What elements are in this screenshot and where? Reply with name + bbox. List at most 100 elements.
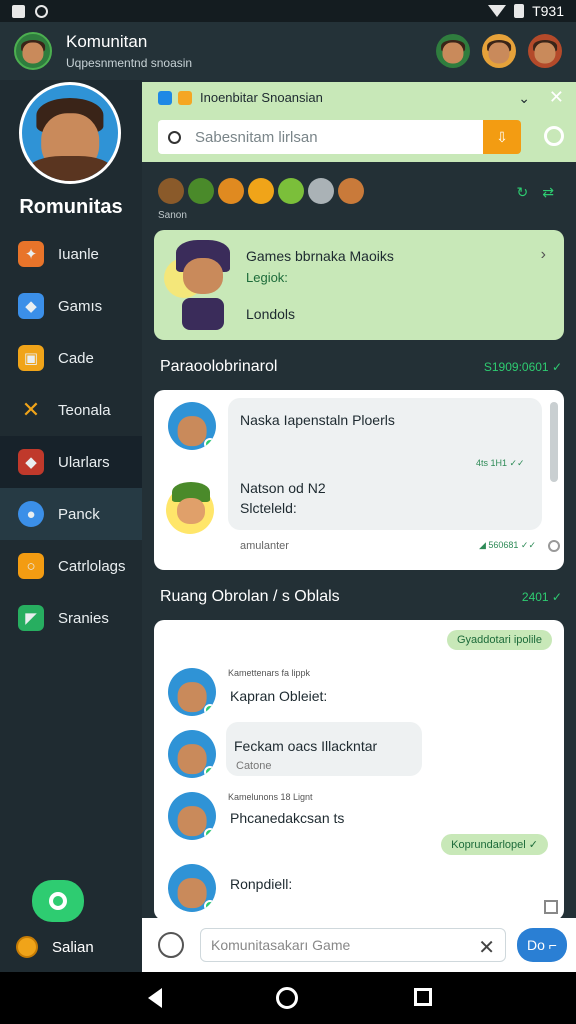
- app-title: Komunitan: [66, 32, 148, 51]
- message-text: Slcteleld:: [240, 500, 297, 516]
- send-button[interactable]: Do ⌐: [517, 928, 567, 962]
- section-meta: S1909:0601 ✓: [483, 360, 562, 374]
- coin-icon: [16, 936, 38, 958]
- emoji-row: [158, 178, 364, 204]
- sidebar-item-iuanle[interactable]: ✦ Iuanle: [0, 228, 142, 280]
- sidebar: Romunitas ✦ Iuanle ◆ Gamıs ▣ Cade ✕ Teonala …: [0, 80, 142, 972]
- sender-name: Kamelunons 18 Lignt: [228, 792, 313, 802]
- search-fab[interactable]: [32, 880, 84, 922]
- recents-icon[interactable]: [414, 988, 432, 1006]
- section-meta: 2401 ✓: [521, 590, 562, 604]
- battery-icon: [514, 4, 525, 18]
- sparkle-icon: [178, 90, 192, 105]
- close-icon[interactable]: ✕: [549, 87, 564, 108]
- emoji-sticker[interactable]: [278, 178, 304, 204]
- emoji-sticker[interactable]: [338, 178, 364, 204]
- refresh-icon[interactable]: ↻: [517, 184, 529, 201]
- clear-icon[interactable]: ✕: [478, 935, 495, 960]
- search-panel: Inoenbitar Snoansian ⌄ ✕ Sabesnitam lirl…: [142, 82, 576, 162]
- sidebar-item-sranies[interactable]: ◤ Sranies: [0, 592, 142, 644]
- app-avatar[interactable]: [14, 32, 52, 70]
- settings-icon[interactable]: [544, 126, 564, 146]
- scroll-indicator: [548, 540, 560, 552]
- emoji-sticker[interactable]: [188, 178, 214, 204]
- featured-game-card[interactable]: Games bbrnaka Maoiks Legiok: Londols ›: [154, 230, 564, 340]
- featured-title: Games bbrnaka Maoiks: [246, 248, 394, 264]
- message-input[interactable]: Komunitasakarı Game ✕: [200, 928, 506, 962]
- sync-icon: [35, 4, 48, 18]
- sidebar-footer[interactable]: Salian: [16, 936, 94, 958]
- message-bubble-outgoing: Koprundarlopel ✓: [441, 834, 548, 855]
- cross-swords-icon: ✕: [21, 397, 41, 422]
- message-text: Phcanedakcsan ts: [230, 810, 345, 826]
- gem-icon: ◤: [18, 605, 44, 631]
- sender-name: Kamettenars fa lippk: [228, 668, 311, 678]
- elf-avatar[interactable]: [166, 482, 216, 540]
- expand-icon: [158, 90, 172, 105]
- member-avatar[interactable]: [528, 34, 562, 68]
- wifi-icon: [488, 5, 507, 17]
- gift-icon: ✦: [18, 241, 44, 267]
- status-bar: T931: [0, 0, 576, 22]
- main-content: Inoenbitar Snoansian ⌄ ✕ Sabesnitam lirl…: [142, 80, 576, 918]
- cube-icon: ◆: [18, 293, 44, 319]
- box-icon: ▣: [18, 345, 44, 371]
- emoji-sticker[interactable]: [248, 178, 274, 204]
- ring-icon: ○: [18, 553, 44, 579]
- featured-subtitle: Legiok:: [246, 270, 288, 285]
- message-text: Ronpdiell:: [230, 876, 293, 892]
- search-icon: [49, 892, 67, 910]
- message-bubble-outgoing: Gyaddotari ipolile: [447, 630, 552, 650]
- search-button[interactable]: ⇩: [483, 120, 521, 154]
- section-title: Paraoolobrinarol: [160, 358, 278, 375]
- back-icon[interactable]: [148, 988, 162, 1008]
- message-time: 4ts 1H1 ✓✓: [476, 458, 525, 468]
- scrollbar[interactable]: [550, 402, 558, 482]
- message-text: Kapran Obleiet:: [230, 688, 328, 704]
- message-text: Natson od N2: [240, 480, 326, 496]
- sidebar-item-cade[interactable]: ▣ Cade: [0, 332, 142, 384]
- section-title: Ruang Obrolan / s Oblals: [160, 588, 340, 605]
- sidebar-nav: ✦ Iuanle ◆ Gamıs ▣ Cade ✕ Teonala ◆ Ularlars …: [0, 228, 142, 644]
- member-avatar[interactable]: [436, 34, 470, 68]
- avatar[interactable]: [168, 402, 216, 450]
- app-subtitle: Uqpesnmentnd snoasin: [66, 56, 193, 70]
- home-icon[interactable]: [276, 987, 298, 1009]
- sidebar-item-games[interactable]: ◆ Gamıs: [0, 280, 142, 332]
- emoji-caption: Sanon: [158, 210, 187, 221]
- chevron-down-icon[interactable]: ⌄: [518, 90, 530, 107]
- message-composer: Komunitasakarı Game ✕ Do ⌐: [142, 918, 576, 972]
- avatar[interactable]: [168, 730, 216, 778]
- chat-footer-meta: ◢ 560681 ✓✓: [478, 540, 536, 550]
- shuffle-icon[interactable]: ⇄: [542, 184, 554, 201]
- emoji-sticker[interactable]: [158, 178, 184, 204]
- profile-name: Romunitas: [19, 196, 123, 218]
- system-nav-bar: [0, 972, 576, 1024]
- emoji-picker-icon[interactable]: [158, 932, 184, 958]
- profile-avatar[interactable]: [19, 82, 121, 184]
- featured-footer: Londols: [246, 306, 296, 322]
- chevron-right-icon[interactable]: ›: [541, 246, 546, 264]
- search-icon: [168, 130, 181, 144]
- app-bar: Komunitan Uqpesnmentnd snoasin: [0, 22, 576, 80]
- avatar[interactable]: [168, 668, 216, 716]
- cube-red-icon: ◆: [18, 449, 44, 475]
- member-avatar[interactable]: [482, 34, 516, 68]
- search-panel-title: Inoenbitar Snoansian: [200, 90, 323, 105]
- chat-preview-panel: Naska Iapenstaln Ploerls 4ts 1H1 ✓✓ Nats…: [154, 390, 564, 570]
- sidebar-item-ularlars[interactable]: ◆ Ularlars: [0, 436, 142, 488]
- sidebar-item-panck[interactable]: ● Panck: [0, 488, 142, 540]
- emoji-sticker[interactable]: [218, 178, 244, 204]
- chat-room-panel: Gyaddotari ipolile Kamettenars fa lippk …: [154, 620, 564, 918]
- message-text: Naska Iapenstaln Ploerls: [240, 412, 395, 428]
- edit-icon[interactable]: [544, 900, 558, 914]
- globe-icon: ●: [18, 501, 44, 527]
- avatar[interactable]: [168, 864, 216, 912]
- avatar[interactable]: [168, 792, 216, 840]
- sidebar-item-catrlolags[interactable]: ○ Catrlolags: [0, 540, 142, 592]
- message-subtext: Catone: [236, 760, 272, 772]
- sidebar-item-teonala[interactable]: ✕ Teonala: [0, 384, 142, 436]
- search-input[interactable]: Sabesnitam lirlsan: [158, 120, 483, 154]
- character-illustration: [164, 240, 238, 330]
- emoji-sticker[interactable]: [308, 178, 334, 204]
